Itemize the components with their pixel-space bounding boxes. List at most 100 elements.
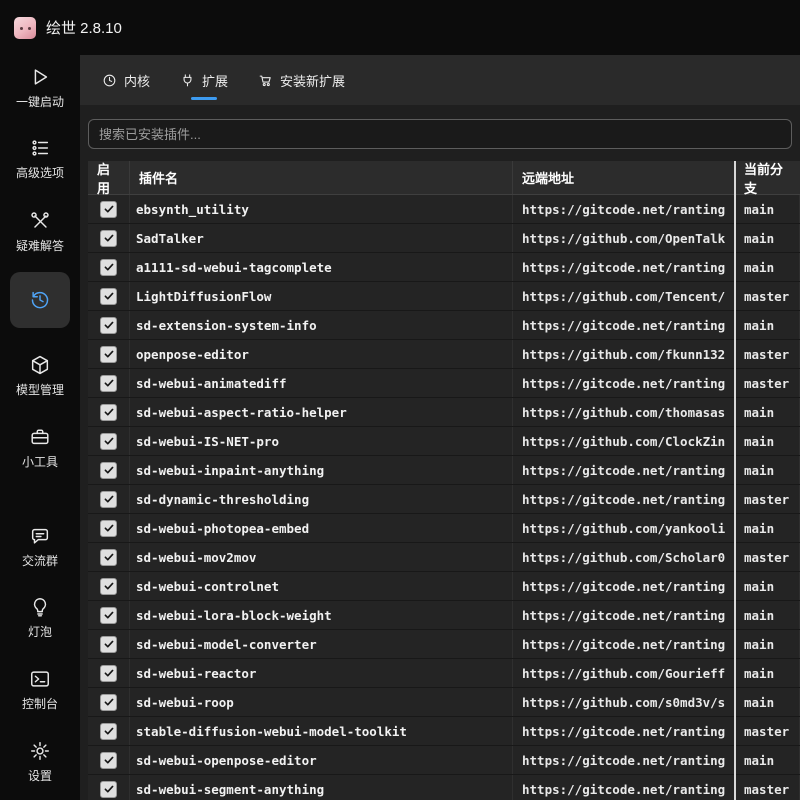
column-header-enable[interactable]: 启用 (88, 161, 130, 196)
enable-cell (88, 746, 130, 774)
table-row[interactable]: sd-webui-animatediff https://gitcode.net/… (88, 369, 800, 398)
tab-install-new-extension[interactable]: 安装新扩展 (258, 55, 345, 105)
column-header-branch[interactable]: 当前分支 (735, 161, 800, 196)
column-resize-divider[interactable] (734, 161, 736, 800)
table-row[interactable]: sd-webui-inpaint-anything https://gitcode… (88, 456, 800, 485)
sidebar-item-label: 控制台 (21, 697, 58, 711)
branch-cell: main (735, 746, 800, 774)
sidebar-item-version-management[interactable] (10, 272, 70, 328)
table-row[interactable]: sd-webui-IS-NET-pro https://github.com/Cl… (88, 427, 800, 456)
enable-checkbox[interactable] (100, 577, 117, 595)
enable-checkbox[interactable] (100, 548, 117, 566)
enable-checkbox[interactable] (100, 229, 117, 247)
sidebar-item-troubleshoot[interactable]: 疑难解答 (0, 210, 80, 254)
plugin-name-cell: stable-diffusion-webui-model-toolkit (130, 717, 513, 745)
remote-url-cell: https://github.com/Scholar0 (513, 543, 735, 571)
table-row[interactable]: openpose-editor https://github.com/fkunn1… (88, 340, 800, 369)
enable-cell (88, 369, 130, 397)
enable-cell (88, 427, 130, 455)
remote-url-cell: https://github.com/OpenTalk (513, 224, 735, 252)
table-row[interactable]: sd-webui-roop https://github.com/s0md3v/s… (88, 688, 800, 717)
table-row[interactable]: SadTalker https://github.com/OpenTalk main (88, 224, 800, 253)
remote-url-cell: https://github.com/fkunn132 (513, 340, 735, 368)
enable-checkbox[interactable] (100, 374, 117, 392)
column-header-remote[interactable]: 远端地址 (513, 161, 735, 194)
remote-url-cell: https://gitcode.net/ranting (513, 717, 735, 745)
branch-cell: master (735, 282, 800, 310)
table-row[interactable]: sd-webui-aspect-ratio-helper https://gith… (88, 398, 800, 427)
enable-checkbox[interactable] (100, 664, 117, 682)
plugin-name-cell: sd-dynamic-thresholding (130, 485, 513, 513)
table-row[interactable]: sd-webui-lora-block-weight https://gitcod… (88, 601, 800, 630)
enable-cell (88, 659, 130, 687)
enable-checkbox[interactable] (100, 606, 117, 624)
column-header-name[interactable]: 插件名 (130, 161, 513, 194)
sidebar-item-label: 设置 (27, 769, 52, 783)
sidebar-item-settings[interactable]: 设置 (0, 740, 80, 784)
toolbox-icon (31, 429, 49, 445)
plugin-name-cell: sd-webui-photopea-embed (130, 514, 513, 542)
tab-label: 扩展 (202, 73, 229, 89)
table-row[interactable]: a1111-sd-webui-tagcomplete https://gitcod… (88, 253, 800, 282)
enable-checkbox[interactable] (100, 780, 117, 798)
branch-cell: main (735, 572, 800, 600)
enable-checkbox[interactable] (100, 519, 117, 537)
table-row[interactable]: LightDiffusionFlow https://github.com/Ten… (88, 282, 800, 311)
plugins-table: 启用 插件名 远端地址 当前分支 ebsynth_utility https://… (88, 161, 800, 800)
table-row[interactable]: sd-webui-photopea-embed https://github.co… (88, 514, 800, 543)
remote-url-cell: https://gitcode.net/ranting (513, 775, 735, 800)
sidebar-item-bulb[interactable]: 灯泡 (0, 596, 80, 640)
enable-checkbox[interactable] (100, 403, 117, 421)
search-input[interactable] (88, 119, 792, 149)
tab-label: 安装新扩展 (280, 73, 346, 89)
tools-icon (31, 212, 49, 228)
tab-kernel[interactable]: 内核 (102, 55, 150, 105)
sidebar: 一键启动 高级选项 疑难解答 模型管理 小工具 交流群 灯泡 控制台 设置 (0, 55, 80, 800)
enable-cell (88, 340, 130, 368)
table-row[interactable]: sd-webui-openpose-editor https://gitcode.… (88, 746, 800, 775)
enable-checkbox[interactable] (100, 287, 117, 305)
tab-label: 内核 (124, 73, 151, 89)
table-row[interactable]: sd-webui-controlnet https://gitcode.net/r… (88, 572, 800, 601)
branch-cell: main (735, 630, 800, 658)
enable-checkbox[interactable] (100, 200, 117, 218)
sidebar-item-console[interactable]: 控制台 (0, 668, 80, 712)
table-row[interactable]: sd-webui-mov2mov https://github.com/Schol… (88, 543, 800, 572)
enable-checkbox[interactable] (100, 258, 117, 276)
remote-url-cell: https://github.com/thomasas (513, 398, 735, 426)
table-row[interactable]: sd-webui-segment-anything https://gitcode… (88, 775, 800, 800)
table-row[interactable]: sd-webui-model-converter https://gitcode.… (88, 630, 800, 659)
enable-cell (88, 398, 130, 426)
tab-bar: 内核 扩展 安装新扩展 (80, 55, 800, 105)
enable-checkbox[interactable] (100, 432, 117, 450)
enable-cell (88, 601, 130, 629)
table-row[interactable]: sd-extension-system-info https://gitcode.… (88, 311, 800, 340)
sidebar-item-label: 交流群 (21, 554, 58, 568)
sidebar-item-model-management[interactable]: 模型管理 (0, 354, 80, 398)
enable-checkbox[interactable] (100, 722, 117, 740)
table-row[interactable]: sd-webui-reactor https://github.com/Gouri… (88, 659, 800, 688)
sidebar-item-label: 一键启动 (15, 95, 64, 109)
enable-checkbox[interactable] (100, 751, 117, 769)
sidebar-item-launch[interactable]: 一键启动 (0, 66, 80, 110)
table-row[interactable]: stable-diffusion-webui-model-toolkit http… (88, 717, 800, 746)
table-row[interactable]: sd-dynamic-thresholding https://gitcode.n… (88, 485, 800, 514)
enable-checkbox[interactable] (100, 461, 117, 479)
remote-url-cell: https://github.com/yankooli (513, 514, 735, 542)
enable-checkbox[interactable] (100, 693, 117, 711)
enable-checkbox[interactable] (100, 345, 117, 363)
remote-url-cell: https://gitcode.net/ranting (513, 253, 735, 281)
plug-icon (183, 73, 192, 86)
table-row[interactable]: ebsynth_utility https://gitcode.net/ranti… (88, 195, 800, 224)
sidebar-item-advanced-options[interactable]: 高级选项 (0, 137, 80, 181)
branch-cell: main (735, 427, 800, 455)
enable-checkbox[interactable] (100, 316, 117, 334)
enable-checkbox[interactable] (100, 490, 117, 508)
sidebar-item-small-tools[interactable]: 小工具 (0, 426, 80, 470)
enable-checkbox[interactable] (100, 635, 117, 653)
enable-cell (88, 630, 130, 658)
tab-extensions[interactable]: 扩展 (180, 55, 228, 105)
plugin-name-cell: sd-webui-segment-anything (130, 775, 513, 800)
search-bar (80, 105, 800, 161)
sidebar-item-chat-group[interactable]: 交流群 (0, 525, 80, 569)
